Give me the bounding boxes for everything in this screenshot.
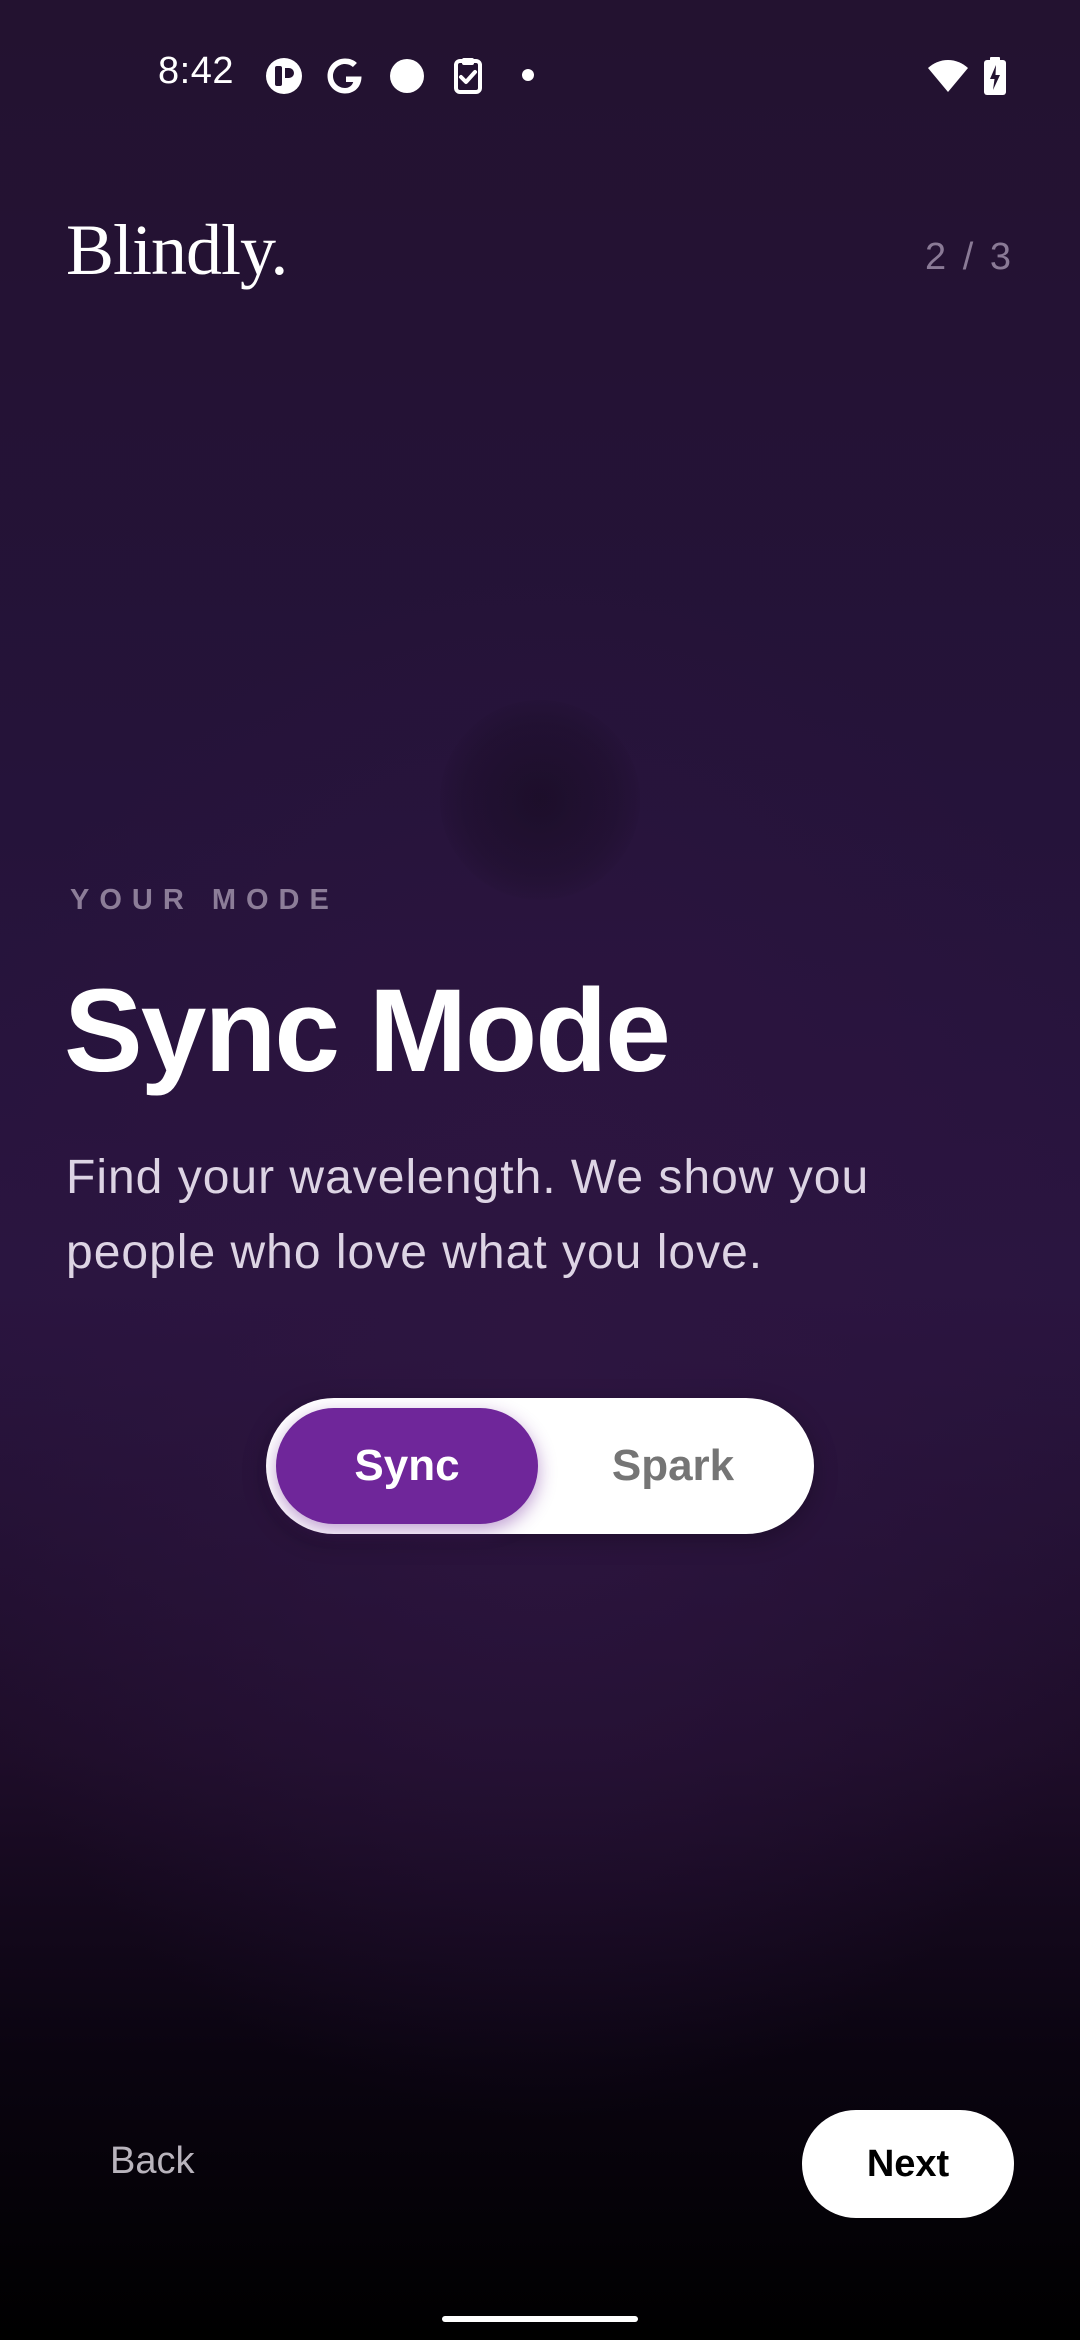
home-indicator[interactable] <box>442 2316 638 2322</box>
step-counter: 2 / 3 <box>925 236 1014 278</box>
google-g-icon <box>327 58 362 94</box>
circle-dot-icon <box>390 59 424 93</box>
notification-dot-icon <box>522 69 534 81</box>
battery-charging-icon <box>984 57 1006 95</box>
brand-logo: Blindly. <box>66 210 288 290</box>
mode-toggle: Sync Spark <box>266 1398 814 1534</box>
wifi-icon <box>928 60 968 92</box>
back-button[interactable]: Back <box>110 2140 194 2183</box>
section-eyebrow: YOUR MODE <box>70 884 339 916</box>
clipboard-check-icon <box>454 58 482 94</box>
toggle-option-sync[interactable]: Sync <box>276 1408 538 1524</box>
mode-description: Find your wavelength. We show you people… <box>66 1151 870 1279</box>
status-bar: 8:42 <box>0 0 1080 150</box>
next-button[interactable]: Next <box>802 2110 1014 2218</box>
brand-app-icon <box>266 58 302 94</box>
toggle-option-spark[interactable]: Spark <box>542 1408 804 1524</box>
status-time: 8:42 <box>158 50 234 92</box>
decorative-glow <box>440 700 640 900</box>
page-title: Sync Mode <box>64 965 671 1097</box>
